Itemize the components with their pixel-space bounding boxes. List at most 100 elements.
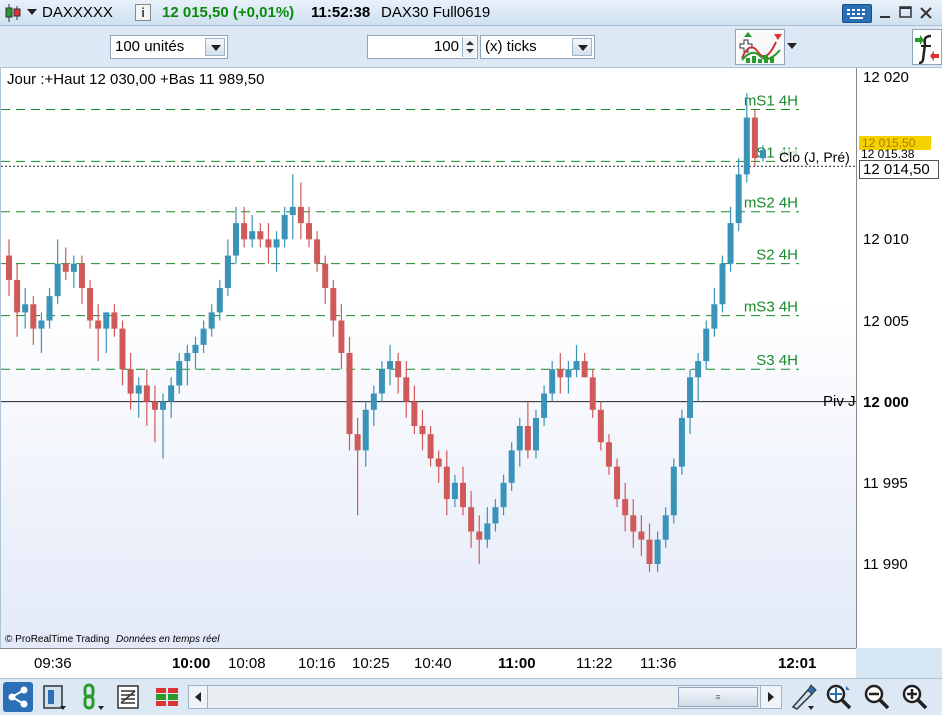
units-value: 100 unités [115,38,185,55]
units-select[interactable]: 100 unités [110,35,228,59]
zoom-in-icon[interactable] [900,682,930,712]
minimize-icon[interactable] [878,5,894,21]
candle-body [78,263,85,289]
candle-body [176,361,183,386]
close-icon[interactable] [918,5,934,21]
candle-body [322,263,329,289]
candle-body [687,377,694,418]
candle-body [630,515,637,532]
candle-body [30,304,37,329]
chevron-down-icon[interactable] [572,38,592,56]
time-axis[interactable]: 09:36 10:00 10:08 10:16 10:25 10:40 11:0… [0,648,856,678]
bottom-toolbar: ≡ [0,678,942,715]
candle-body [265,239,272,248]
keyboard-icon[interactable] [842,4,872,23]
candle-body [662,515,669,540]
candle-body [411,401,418,427]
candle-body [289,206,296,215]
price-change: 12 015,50 (+0,01%) [162,4,295,21]
candle-body [654,539,661,564]
candle-body [427,434,434,459]
support-level-label: mS2 4H [744,195,798,212]
candle-body [395,361,402,378]
spinner-icon[interactable] [462,37,476,57]
link-icon[interactable] [78,682,108,712]
price-axis[interactable]: 12 020 12 015,50 12 015.38 12 014,50 12 … [856,68,942,648]
symbol-label[interactable]: DAXXXXX [42,4,113,21]
candle-body [184,352,191,362]
support-level-label: mS1 4H [744,92,798,109]
chevron-down-icon[interactable] [205,38,225,56]
clo-label: Clo (J, Pré) [779,149,850,165]
price-tick: 12 010 [863,231,909,248]
scroll-left-button[interactable] [188,685,208,709]
side-f-icon[interactable] [912,29,942,65]
candle-body [378,369,385,394]
instrument-name: DAX30 Full0619 [381,4,491,21]
ticks-unit-select[interactable]: (x) ticks [480,35,595,59]
time-tick: 11:22 [576,655,613,672]
info-icon[interactable]: i [135,4,151,21]
candle-body [532,417,539,451]
candle-body [216,288,223,313]
ticks-input[interactable]: 100 [367,35,478,59]
candle-body [143,385,150,402]
support-level-label: S2 4H [756,247,798,264]
candle-body [403,377,410,402]
horizontal-scrollbar[interactable]: ≡ [208,685,760,709]
scrollbar-thumb[interactable]: ≡ [678,687,758,707]
candle-body [87,288,94,321]
symbol-dropdown-arrow[interactable] [27,9,37,15]
order-toolbar: 100 unités 100 (x) ticks [0,26,942,68]
candle-body [281,214,288,240]
price-tick: 12 005 [863,313,909,330]
chart-area[interactable]: mS1 4H S1 4H mS2 4H S2 4H mS3 4H S3 4H Jour :… [0,68,857,648]
candle-body [516,426,523,451]
candlestick-chart[interactable]: mS1 4HS1 4HmS2 4HS2 4HmS3 4HS3 4H [1,68,857,648]
candle-body [111,312,118,329]
indicators-icon[interactable] [735,29,785,65]
candle-body [192,344,199,353]
candle-body [500,482,507,508]
candle-body [508,450,515,483]
time-tick: 09:36 [34,655,72,672]
candle-body [695,361,702,378]
time-tick: 11:36 [640,655,677,672]
indicators-dropdown[interactable] [787,43,797,49]
scroll-right-button[interactable] [760,685,782,709]
share-icon[interactable] [3,682,33,712]
candle-body [614,466,621,500]
candle-body [273,239,280,248]
candle-body [168,385,175,402]
candle-body [492,507,499,524]
draw-icon[interactable] [788,682,818,712]
candle-body [670,466,677,516]
copyright-label: © ProRealTime Trading Données en temps r… [5,634,219,645]
zoom-out-icon[interactable] [862,682,892,712]
candle-body [435,458,442,467]
layout-icon[interactable] [40,682,70,712]
list-icon[interactable] [114,682,144,712]
candle-body [484,523,491,540]
candle-body [135,385,142,394]
candle-body [581,361,588,378]
candle-body [468,507,475,532]
candle-body [6,255,12,280]
support-level-label: S3 4H [756,352,798,369]
candle-body [95,320,102,329]
candle-icon [5,4,21,22]
candle-body [22,304,29,313]
time-tick: 10:16 [298,655,336,672]
candle-body [233,223,240,256]
candle-body [751,117,758,159]
bricks-icon[interactable] [152,682,182,712]
candle-body [257,231,264,240]
candle-body [200,328,207,345]
price-tick-bold: 12 000 [863,394,909,411]
candle-body [330,288,337,321]
maximize-icon[interactable] [898,5,914,21]
title-bar: DAXXXXX i 12 015,50 (+0,01%) 11:52:38 DA… [0,0,942,26]
candle-body [46,296,53,321]
zoom-fit-icon[interactable] [824,682,854,712]
candle-body [760,150,766,159]
